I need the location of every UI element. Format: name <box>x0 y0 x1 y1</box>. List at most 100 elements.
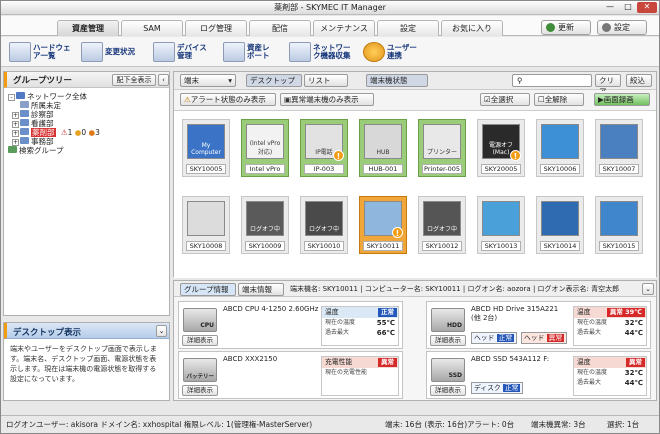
tab-asset[interactable]: 資産管理 <box>57 20 119 36</box>
gear-icon <box>602 23 611 32</box>
desktop-info-text: 端末やユーザーをデスクトップ画面で表示します。端末名、デスクトップ画面、電源状態… <box>10 345 157 383</box>
deselect-all-button[interactable]: ☐全解除 <box>534 93 584 106</box>
terminal-thumbnail[interactable]: プリンター Printer-005 <box>418 119 466 177</box>
mode-dropdown[interactable]: 端末 ▾ <box>180 74 236 87</box>
hardware-list-button[interactable]: ハードウェア一覧 <box>9 40 77 64</box>
detail-button[interactable]: 詳細表示 <box>430 385 466 396</box>
terminal-thumbnail[interactable]: My Computer SKY10005 <box>182 119 230 177</box>
tab-sam[interactable]: SAM <box>121 20 183 36</box>
select-all-button[interactable]: ☑全選択 <box>480 93 530 106</box>
collapse-pane-icon[interactable]: ‹ <box>158 74 169 86</box>
terminal-thumbnail[interactable]: SKY10015 <box>595 196 643 254</box>
network-icon <box>16 92 25 99</box>
tree-node-nursing[interactable]: + 看護部 <box>8 119 168 128</box>
settings-button[interactable]: 設定 <box>597 20 647 35</box>
chevron-down-icon[interactable]: ⌄ <box>156 325 167 337</box>
screen-record-button[interactable]: ▶画面録画 <box>594 93 650 106</box>
terminal-thumbnail[interactable]: SKY10006 <box>536 119 584 177</box>
terminal-thumbnail[interactable]: SKY10014 <box>536 196 584 254</box>
search-input[interactable]: ⚲ <box>512 74 592 87</box>
abnormal-only-button[interactable]: ▣異常端末機のみ表示 <box>280 93 374 106</box>
tree-node-network[interactable]: - ネットワーク全体 <box>8 92 168 101</box>
desktop-info-pane: デスクトップ表示 ⌄ 端末やユーザーをデスクトップ画面で表示します。端末名、デス… <box>3 322 170 401</box>
folder-icon <box>20 119 29 126</box>
desktop-preview: HUB <box>364 124 402 159</box>
tab-maintenance[interactable]: メンテナンス <box>313 20 375 36</box>
terminal-thumbnail[interactable]: 電源オフ (Mac) SKY20005! <box>477 119 525 177</box>
desktop-view-button[interactable]: デスクトップ <box>246 74 302 87</box>
terminal-thumbnail[interactable]: SKY10007 <box>595 119 643 177</box>
clear-button[interactable]: クリア <box>595 74 621 96</box>
tree-node-search-group[interactable]: 検索グループ <box>8 146 168 155</box>
terminal-name: Intel vPro <box>245 164 285 174</box>
terminal-info-tab[interactable]: 端末情報 <box>238 283 284 296</box>
minimize-icon[interactable]: — <box>601 2 619 13</box>
list-view-button[interactable]: リスト <box>304 74 348 87</box>
folder-icon <box>20 137 29 144</box>
folder-icon <box>20 128 29 135</box>
function-toolbar: ハードウェア一覧 変更状況 デバイス管理 資産レポート ネットワーク機器収集 ユ… <box>1 37 659 67</box>
group-tree-header: グループツリー 配下全表示 ‹ <box>4 72 169 88</box>
terminal-name: IP-003 <box>304 164 344 174</box>
tab-favorites[interactable]: お気に入り <box>441 20 503 36</box>
detail-button[interactable]: 詳細表示 <box>182 335 218 346</box>
terminal-thumbnail[interactable]: HUB HUB-001 <box>359 119 407 177</box>
group-info-tab[interactable]: グループ情報 <box>180 283 236 296</box>
expand-all-button[interactable]: 配下全表示 <box>112 74 156 86</box>
desktop-preview: プリンター <box>423 124 461 159</box>
terminal-name: SKY10008 <box>186 241 226 251</box>
network-collect-button[interactable]: ネットワーク機器収集 <box>289 40 357 64</box>
device-icon <box>153 42 175 62</box>
app-window: 薬剤部 - SKYMEC IT Manager — □ ✕ 資産管理 SAM ロ… <box>0 0 660 434</box>
close-icon[interactable]: ✕ <box>637 2 657 13</box>
terminal-name: SKY10009 <box>245 241 285 251</box>
terminal-summary: 端末機名: SKY10011 | コンピューター名: SKY10011 | ログ… <box>290 285 620 293</box>
hdd-name: ABCD HD Drive 315A221 (他 2台) <box>471 305 559 322</box>
hardware-card-cpu: CPU 詳細表示 ABCD CPU 4-1250 2.60GHz 温度 正常 現在… <box>178 301 403 349</box>
tree-node-clinic[interactable]: + 診察部 <box>8 110 168 119</box>
warning-icon: ⚠ <box>60 128 68 137</box>
warning-icon: ! <box>333 150 344 161</box>
device-manage-button[interactable]: デバイス管理 <box>153 40 213 64</box>
tab-deploy[interactable]: 配信 <box>249 20 311 36</box>
terminal-name: SKY10014 <box>540 241 580 251</box>
terminal-thumbnail[interactable]: ログオフ中 SKY10009 <box>241 196 289 254</box>
battery-name: ABCD XXX2150 <box>223 355 278 363</box>
terminal-name: SKY20005 <box>481 164 521 174</box>
detail-pane: グループ情報 端末情報 端末機名: SKY10011 | コンピューター名: S… <box>173 280 657 401</box>
terminal-state-button[interactable]: 端末機状態 <box>366 74 428 87</box>
terminal-name: SKY10015 <box>599 241 639 251</box>
tab-log[interactable]: ログ管理 <box>185 20 247 36</box>
alert-only-button[interactable]: ⚠アラート状態のみ表示 <box>180 93 276 106</box>
terminal-thumbnail[interactable]: SKY10013 <box>477 196 525 254</box>
tree-node-office[interactable]: + 事務部 <box>8 137 168 146</box>
ssd-icon: SSD <box>431 358 465 382</box>
change-icon <box>81 42 103 62</box>
detail-button[interactable]: 詳細表示 <box>182 385 218 396</box>
refresh-icon <box>546 23 555 32</box>
report-icon <box>223 42 245 62</box>
terminal-thumbnail[interactable]: SKY10011! <box>359 196 407 254</box>
asset-report-button[interactable]: 資産レポート <box>223 40 275 64</box>
tree-node-pharmacy[interactable]: + 薬剤部 ⚠1 ●0 ●3 <box>8 128 168 137</box>
tree-node-unassigned[interactable]: 所属未定 <box>8 101 168 110</box>
terminal-name: SKY10006 <box>540 164 580 174</box>
filter-button[interactable]: 絞込 <box>626 74 652 87</box>
chevron-down-icon[interactable]: ⌄ <box>642 283 654 295</box>
detail-button[interactable]: 詳細表示 <box>430 335 466 346</box>
hardware-card-ssd: SSD 詳細表示 ABCD SSD 543A112 F: ディスク 正常 温度異… <box>426 351 651 399</box>
terminal-thumbnail[interactable]: SKY10008 <box>182 196 230 254</box>
terminal-thumbnail[interactable]: ログオフ中 SKY10010 <box>300 196 348 254</box>
user-link-button[interactable]: ユーザー連携 <box>363 40 421 64</box>
status-user: ログオンユーザー: akisora ドメイン名: xxhospital 権限レベ… <box>6 420 313 429</box>
terminal-thumbnail[interactable]: ログオフ中 SKY10012 <box>418 196 466 254</box>
group-tree: - ネットワーク全体 所属未定 + 診察部 + 看護部 + 薬剤部 ⚠1 ●0 ●3 +… <box>8 92 168 155</box>
refresh-button[interactable]: 更新 <box>541 20 591 35</box>
terminal-thumbnail[interactable]: IP電話 IP-003! <box>300 119 348 177</box>
maximize-icon[interactable]: □ <box>619 2 637 13</box>
view-toolbar: 端末▾ デスクトップ リスト 端末機状態 ⚲ クリア 絞込 <box>174 72 656 96</box>
terminal-thumbnail[interactable]: (Intel vPro対応) Intel vPro <box>241 119 289 177</box>
tab-settings[interactable]: 設定 <box>377 20 439 36</box>
head-status-ok: ヘッド 正常 <box>471 332 518 344</box>
change-status-button[interactable]: 変更状況 <box>81 40 135 64</box>
